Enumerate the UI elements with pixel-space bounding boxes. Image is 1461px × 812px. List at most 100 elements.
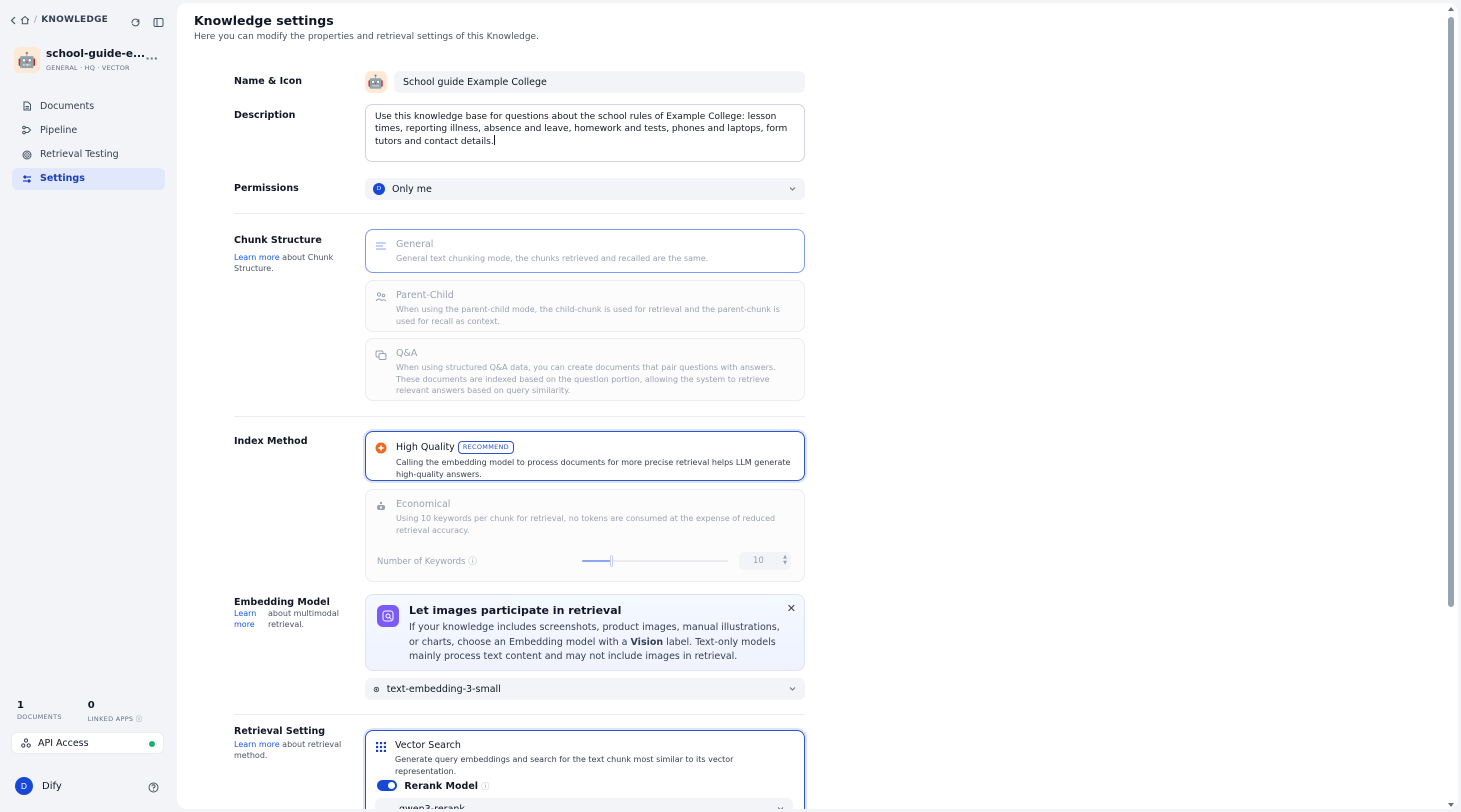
learn-more-link[interactable]: Learn more: [234, 253, 280, 262]
text-caret: [493, 135, 495, 146]
breadcrumb-separator: /: [34, 15, 38, 25]
rerank-model-select[interactable]: qwen3-rerank: [375, 798, 793, 809]
settings-icon: [23, 175, 31, 183]
documents-stat: 1 DOCUMENTS: [17, 700, 62, 723]
embedding-model-select[interactable]: ⊛ text-embedding-3-small: [365, 678, 805, 700]
general-chunk-icon: [376, 242, 386, 250]
section-divider: [234, 416, 805, 417]
embedding-model-value: text-embedding-3-small: [386, 683, 501, 695]
parent-child-icon: [375, 292, 387, 302]
retrieval-option-vector-search[interactable]: Vector Search Generate query embeddings …: [365, 730, 805, 809]
page-title: Knowledge settings: [194, 13, 334, 28]
high-quality-icon: [375, 442, 387, 454]
sync-icon[interactable]: [130, 13, 141, 27]
page-subtitle: Here you can modify the properties and r…: [194, 32, 539, 42]
pipeline-icon: [22, 125, 32, 135]
qa-icon: [375, 350, 387, 360]
api-access-label: API Access: [38, 737, 89, 749]
document-icon: [23, 101, 31, 111]
description-textarea[interactable]: Use this knowledge base for questions ab…: [365, 104, 805, 162]
keywords-label-wrap: Number of Keywords ⓘ: [377, 555, 477, 567]
retrieval-help: Learn more about retrieval method.: [234, 739, 349, 761]
option-title: Vector Search: [395, 740, 461, 751]
user-menu[interactable]: D Dify: [15, 777, 62, 795]
sidebar-item-documents[interactable]: Documents: [12, 95, 165, 117]
chunk-option-parent-child[interactable]: Parent-Child When using the parent-child…: [365, 280, 805, 332]
option-desc: Generate query embeddings and search for…: [395, 755, 734, 776]
stepper-arrows-icon[interactable]: ▲ ▼: [783, 554, 787, 566]
sidebar-item-pipeline[interactable]: Pipeline: [12, 119, 165, 141]
api-icon: [21, 738, 31, 748]
scrollbar[interactable]: [1448, 7, 1454, 807]
embedding-model-label: Embedding Model: [234, 597, 330, 608]
sidebar-item-label: Settings: [40, 173, 85, 185]
help-icon[interactable]: [148, 782, 159, 793]
sidebar-item-label: Pipeline: [40, 124, 78, 136]
option-title: Parent-Child: [396, 290, 454, 301]
scroll-up-icon[interactable]: [1448, 7, 1454, 11]
scrollbar-thumb[interactable]: [1448, 17, 1454, 607]
chevron-down-icon: [789, 687, 796, 691]
name-input[interactable]: [394, 71, 805, 93]
knowledge-name: school-guide-e...: [46, 48, 146, 60]
scroll-down-icon[interactable]: [1448, 803, 1454, 807]
vector-grid-icon: [376, 742, 386, 752]
permissions-select[interactable]: D Only me: [365, 178, 805, 200]
chunk-option-qa[interactable]: Q&A When using structured Q&A data, you …: [365, 338, 805, 401]
info-icon[interactable]: ⓘ: [481, 782, 489, 791]
index-option-high-quality[interactable]: High Quality RECOMMEND Calling the embedd…: [365, 431, 805, 481]
recommend-badge: RECOMMEND: [457, 441, 514, 454]
chunk-structure-help: Learn more about Chunk Structure.: [234, 252, 344, 274]
breadcrumb-section[interactable]: KNOWLEDGE: [41, 15, 108, 25]
api-access-button[interactable]: API Access: [11, 732, 164, 754]
home-icon[interactable]: [20, 15, 30, 25]
image-search-icon: [377, 605, 399, 627]
info-icon[interactable]: ⓘ: [136, 715, 143, 723]
section-divider: [234, 213, 805, 214]
openai-icon: ⊛: [373, 684, 380, 694]
slider-handle[interactable]: [610, 555, 614, 567]
back-chevron-icon[interactable]: [10, 16, 16, 25]
info-icon[interactable]: ⓘ: [468, 557, 477, 567]
multimodal-tip-card: Let images participate in retrieval If y…: [365, 594, 805, 671]
permission-avatar: D: [373, 183, 385, 195]
section-divider: [234, 714, 805, 715]
linked-apps-label: LINKED APPS: [87, 715, 134, 723]
option-desc: General text chunking mode, the chunks r…: [396, 254, 709, 263]
keywords-value: 10: [753, 556, 764, 566]
knowledge-avatar: 🤖: [14, 47, 40, 73]
keywords-row: Number of Keywords ⓘ 10 ▲ ▼: [377, 552, 797, 570]
name-icon-label: Name & Icon: [234, 76, 303, 87]
rerank-model-value: qwen3-rerank: [399, 803, 465, 810]
learn-more-link[interactable]: Learn more: [234, 608, 268, 630]
main-panel: Knowledge settings Here you can modify t…: [177, 3, 1458, 809]
close-icon[interactable]: ✕: [787, 602, 796, 615]
embedding-learn-suffix: about multimodal retrieval.: [268, 609, 339, 629]
keywords-number-input[interactable]: 10 ▲ ▼: [739, 552, 791, 570]
chunk-structure-label: Chunk Structure: [234, 235, 322, 246]
knowledge-icon-picker[interactable]: 🤖: [365, 71, 387, 93]
rerank-row: Rerank Model ⓘ: [377, 780, 489, 792]
embedding-help: Learn moreabout multimodal retrieval.: [234, 608, 354, 630]
sidebar: / KNOWLEDGE 🤖 school-guide-e... GENERAL …: [0, 0, 174, 812]
collapse-sidebar-icon[interactable]: [153, 13, 164, 27]
sidebar-item-label: Retrieval Testing: [40, 149, 119, 161]
linked-apps-label-wrap: LINKED APPS ⓘ: [88, 713, 143, 723]
knowledge-meta: GENERAL · HQ · VECTOR: [46, 64, 130, 72]
more-options-icon[interactable]: ···: [145, 52, 158, 65]
option-desc: When using the parent-child mode, the ch…: [396, 305, 780, 326]
option-title: Q&A: [396, 348, 418, 359]
learn-more-link[interactable]: Learn more: [234, 740, 280, 749]
rerank-toggle[interactable]: [377, 780, 397, 791]
option-title: General: [396, 239, 434, 250]
option-title: Economical: [396, 499, 451, 510]
index-method-label: Index Method: [234, 436, 308, 447]
knowledge-stats: 1 DOCUMENTS 0 LINKED APPS ⓘ: [17, 700, 143, 723]
sidebar-item-settings[interactable]: Settings: [12, 167, 165, 190]
keywords-slider[interactable]: [582, 555, 728, 567]
permissions-value: Only me: [392, 183, 432, 195]
avatar: D: [15, 777, 33, 795]
sidebar-item-retrieval-testing[interactable]: Retrieval Testing: [12, 144, 165, 166]
chunk-option-general[interactable]: General General text chunking mode, the …: [365, 229, 805, 273]
multimodal-title: Let images participate in retrieval: [409, 604, 622, 617]
